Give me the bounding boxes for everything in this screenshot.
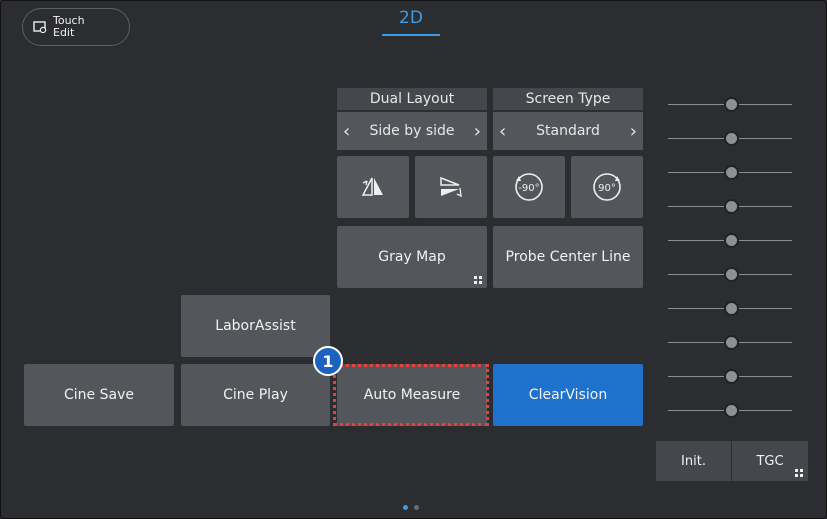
tgc-slider[interactable] <box>668 231 792 251</box>
gray-map-label: Gray Map <box>378 249 446 265</box>
cine-play-button[interactable]: Cine Play <box>181 364 330 426</box>
cine-save-label: Cine Save <box>64 387 134 403</box>
flip-vertical-icon <box>440 176 462 198</box>
touch-edit-icon <box>33 21 47 33</box>
init-label: Init. <box>681 453 706 469</box>
tgc-slider-knob[interactable] <box>724 199 739 214</box>
cine-play-label: Cine Play <box>223 387 288 403</box>
tgc-slider[interactable] <box>668 333 792 353</box>
tgc-slider-knob[interactable] <box>724 233 739 248</box>
touch-edit-label: Touch Edit <box>53 14 85 39</box>
tgc-slider[interactable] <box>668 163 792 183</box>
dual-layout-value: Side by side <box>369 123 455 139</box>
tgc-slider-knob[interactable] <box>724 97 739 112</box>
tab-2d[interactable]: 2D <box>382 8 440 36</box>
tgc-slider-knob[interactable] <box>724 369 739 384</box>
more-options-icon <box>795 469 803 477</box>
cine-save-button[interactable]: Cine Save <box>24 364 174 426</box>
rotate-clockwise-icon: 90° <box>593 173 621 201</box>
dual-layout-label: Dual Layout <box>337 88 487 110</box>
dual-layout-selector: Dual Layout ‹ Side by side › <box>337 88 487 150</box>
touch-edit-button[interactable]: Touch Edit <box>22 8 130 46</box>
tgc-slider-knob[interactable] <box>724 301 739 316</box>
rotate-minus-90-button[interactable]: -90° <box>493 156 565 218</box>
screen-type-label: Screen Type <box>493 88 643 110</box>
tab-2d-label: 2D <box>399 8 423 28</box>
tgc-slider[interactable] <box>668 367 792 387</box>
page-dot[interactable] <box>403 505 408 510</box>
screen-type-selector: Screen Type ‹ Standard › <box>493 88 643 150</box>
tgc-slider-knob[interactable] <box>724 165 739 180</box>
tgc-slider[interactable] <box>668 299 792 319</box>
gray-map-button[interactable]: Gray Map <box>337 226 487 288</box>
page-dot[interactable] <box>414 505 419 510</box>
flip-horizontal-icon <box>361 177 383 196</box>
auto-measure-highlight <box>333 364 489 426</box>
tgc-slider-knob[interactable] <box>724 131 739 146</box>
tab-underline <box>382 34 440 36</box>
dual-layout-next-button[interactable]: › <box>474 121 481 142</box>
screen-type-next-button[interactable]: › <box>630 121 637 142</box>
flip-left-right-button[interactable] <box>337 156 409 218</box>
callout-badge: 1 <box>313 346 343 376</box>
rotate-counterclockwise-icon: -90° <box>515 173 543 201</box>
init-button[interactable]: Init. <box>656 441 731 481</box>
tgc-slider[interactable] <box>668 95 792 115</box>
labor-assist-button[interactable]: LaborAssist <box>181 295 330 357</box>
tgc-slider-knob[interactable] <box>724 403 739 418</box>
tgc-slider-knob[interactable] <box>724 267 739 282</box>
dual-layout-prev-button[interactable]: ‹ <box>343 121 350 142</box>
probe-center-line-button[interactable]: Probe Center Line <box>493 226 643 288</box>
svg-text:90°: 90° <box>598 183 616 194</box>
tgc-slider[interactable] <box>668 401 792 421</box>
tgc-slider-knob[interactable] <box>724 335 739 350</box>
rotate-plus-90-button[interactable]: 90° <box>571 156 643 218</box>
tgc-slider[interactable] <box>668 265 792 285</box>
labor-assist-label: LaborAssist <box>215 318 296 334</box>
flip-up-down-button[interactable] <box>415 156 487 218</box>
more-options-icon <box>474 276 482 284</box>
tgc-slider[interactable] <box>668 197 792 217</box>
svg-text:-90°: -90° <box>518 183 539 194</box>
tgc-label: TGC <box>756 453 784 469</box>
tgc-slider[interactable] <box>668 129 792 149</box>
clear-vision-button[interactable]: ClearVision <box>493 364 643 426</box>
clear-vision-label: ClearVision <box>528 387 608 403</box>
tgc-button[interactable]: TGC <box>732 441 808 481</box>
probe-center-line-label: Probe Center Line <box>505 249 631 265</box>
screen-type-prev-button[interactable]: ‹ <box>499 121 506 142</box>
screen-type-value: Standard <box>536 123 600 139</box>
